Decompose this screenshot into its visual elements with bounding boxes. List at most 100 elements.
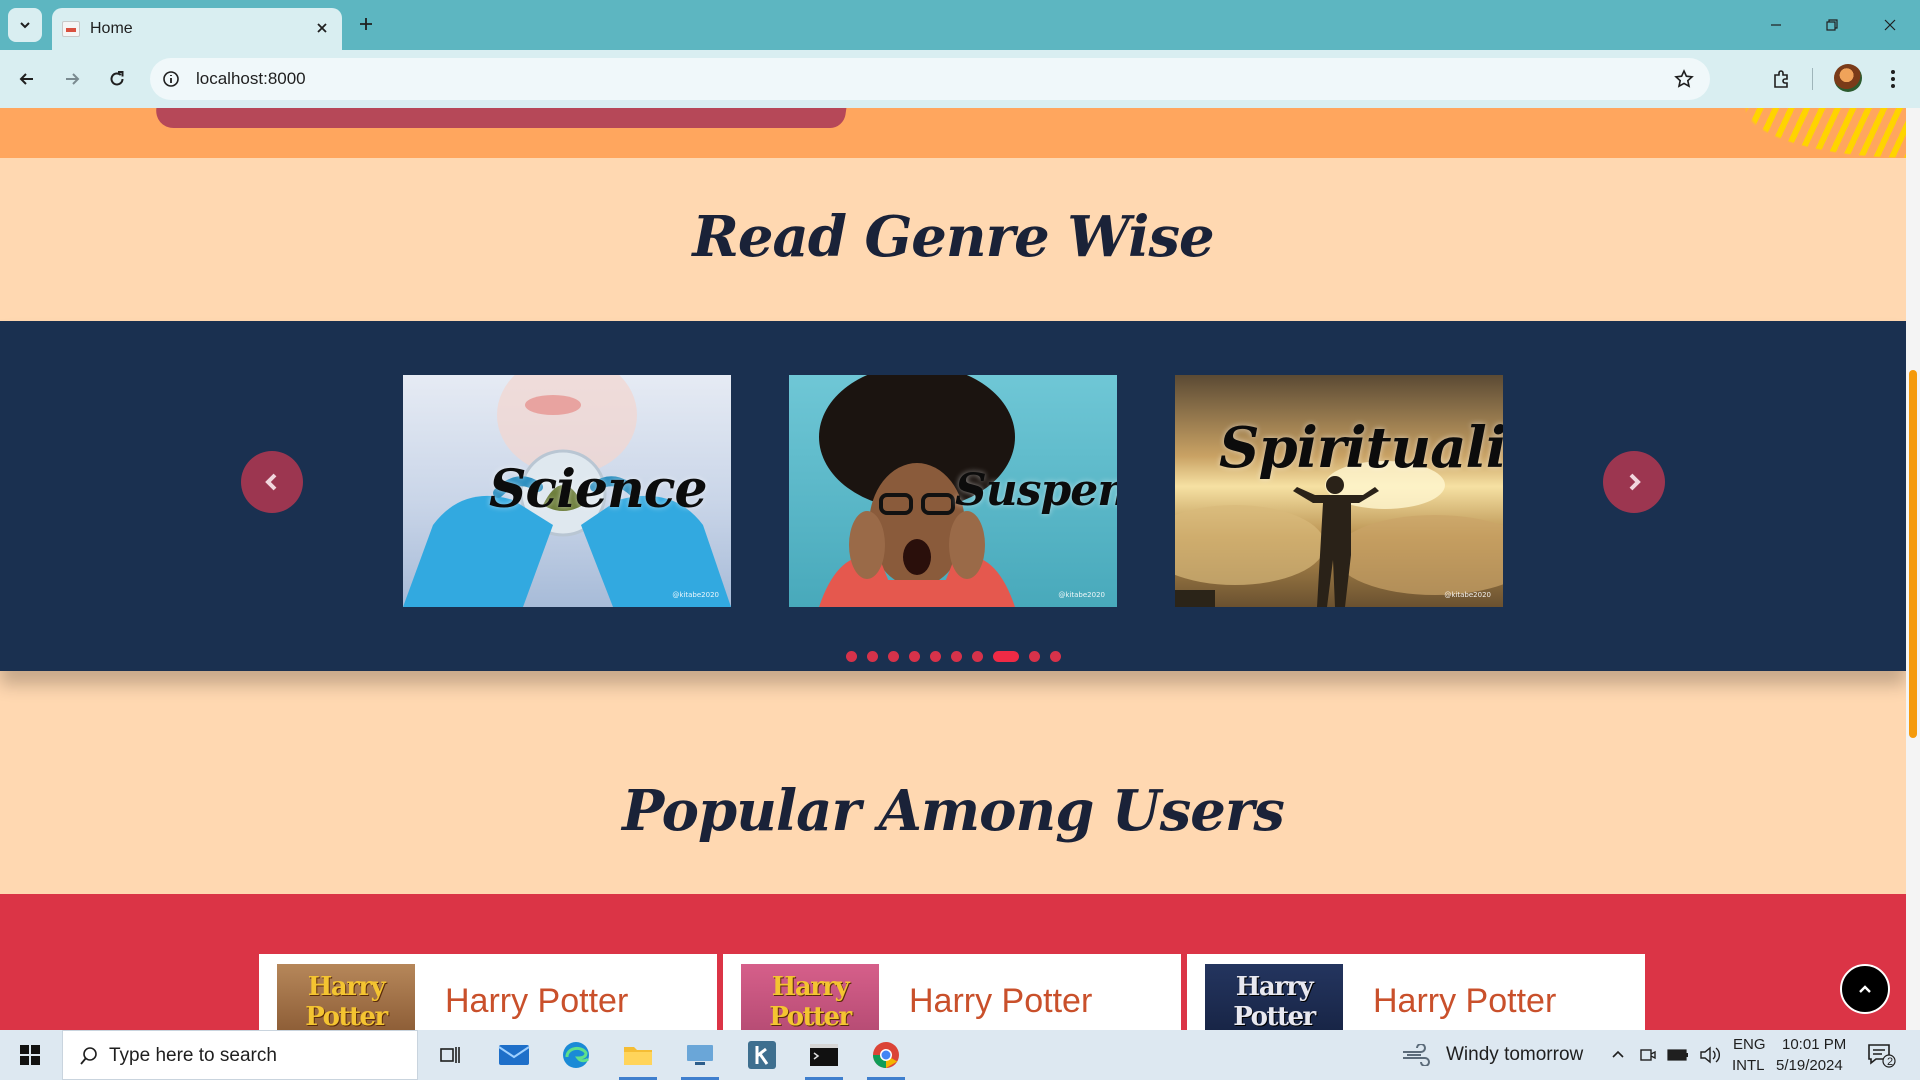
address-bar[interactable]: localhost:8000 bbox=[150, 58, 1710, 100]
book-card[interactable]: Harry Potter Harry Potter bbox=[723, 954, 1181, 1030]
taskbar-mail-app[interactable] bbox=[487, 1035, 541, 1075]
scrollbar-thumb[interactable] bbox=[1909, 370, 1917, 738]
battery-icon[interactable] bbox=[1664, 1035, 1692, 1075]
clock-time[interactable]: 10:01 PM bbox=[1782, 1036, 1846, 1053]
genre-label-science: Science bbox=[489, 459, 708, 520]
show-hidden-icons-button[interactable] bbox=[1604, 1035, 1632, 1075]
tab-close-button[interactable] bbox=[312, 18, 332, 38]
folder-icon bbox=[624, 1047, 652, 1065]
weather-widget-icon[interactable] bbox=[1396, 1035, 1436, 1075]
task-view-icon bbox=[440, 1047, 460, 1063]
taskbar-terminal-app[interactable] bbox=[797, 1035, 851, 1080]
browser-tab-home[interactable]: Home bbox=[52, 8, 342, 50]
taskbar-edge-app[interactable] bbox=[549, 1035, 603, 1075]
restore-icon bbox=[1826, 19, 1838, 31]
book-card[interactable]: Harry Potter Harry Potter bbox=[1187, 954, 1645, 1030]
meet-now-icon[interactable] bbox=[1636, 1035, 1660, 1075]
genre-card-suspense[interactable]: Suspense @kitabe2020 bbox=[789, 375, 1117, 607]
volume-icon[interactable] bbox=[1696, 1035, 1724, 1075]
terminal-icon bbox=[810, 1044, 838, 1066]
tab-search-button[interactable] bbox=[8, 8, 42, 42]
language-indicator-top[interactable]: ENG bbox=[1733, 1036, 1766, 1053]
chevron-right-icon bbox=[1629, 473, 1641, 491]
forward-button[interactable] bbox=[55, 62, 89, 96]
carousel-dot[interactable] bbox=[887, 651, 899, 662]
watermark-text: @kitabe2020 bbox=[672, 591, 719, 599]
hero-stripes-decoration bbox=[1680, 108, 1906, 158]
page-scrollbar[interactable] bbox=[1906, 108, 1920, 1030]
carousel-dot-active[interactable] bbox=[992, 651, 1019, 662]
close-icon bbox=[317, 23, 327, 33]
carousel-dot[interactable] bbox=[845, 651, 857, 662]
taskbar-file-explorer-app[interactable] bbox=[611, 1035, 665, 1080]
book-cover-title: Harry Potter bbox=[1233, 972, 1316, 1030]
star-icon bbox=[1674, 69, 1694, 88]
genre-card-spirituality[interactable]: Spirituality @kitabe2020 bbox=[1175, 375, 1503, 607]
hero-brush-stroke bbox=[153, 108, 847, 128]
carousel-dot[interactable] bbox=[929, 651, 941, 662]
book-cover-image: Harry Potter bbox=[1205, 964, 1343, 1030]
minimize-button[interactable] bbox=[1750, 8, 1802, 42]
book-title: Harry Potter bbox=[445, 982, 629, 1020]
task-view-button[interactable] bbox=[423, 1035, 477, 1075]
language-indicator-bottom[interactable]: INTL bbox=[1732, 1057, 1765, 1074]
clock-date[interactable]: 5/19/2024 bbox=[1776, 1057, 1843, 1074]
weather-text[interactable]: Windy tomorrow bbox=[1446, 1044, 1583, 1066]
taskbar-remote-desktop-app[interactable] bbox=[673, 1035, 727, 1080]
genre-carousel: Science @kitabe2020 Suspense @kitabe2020 bbox=[0, 321, 1906, 671]
edge-icon bbox=[563, 1042, 590, 1068]
carousel-pagination bbox=[0, 651, 1906, 662]
site-info-button[interactable] bbox=[160, 68, 182, 90]
book-cover-title: Harry Potter bbox=[305, 972, 388, 1030]
profile-avatar[interactable] bbox=[1834, 64, 1862, 92]
carousel-dot[interactable] bbox=[866, 651, 878, 662]
web-page: Read Genre Wise Science @kitabe2020 Susp… bbox=[0, 108, 1906, 1030]
start-button[interactable] bbox=[0, 1030, 60, 1080]
book-cover-title: Harry Potter bbox=[769, 972, 852, 1030]
taskbar-search-placeholder: Type here to search bbox=[109, 1045, 277, 1066]
tab-title: Home bbox=[90, 20, 133, 37]
carousel-dot[interactable] bbox=[950, 651, 962, 662]
carousel-dot[interactable] bbox=[1049, 651, 1061, 662]
carousel-dot[interactable] bbox=[971, 651, 983, 662]
extensions-button[interactable] bbox=[1764, 62, 1798, 96]
genre-card-science[interactable]: Science @kitabe2020 bbox=[403, 375, 731, 607]
browser-tabbar: Home bbox=[0, 0, 1920, 50]
browser-menu-button[interactable] bbox=[1876, 62, 1910, 96]
chevron-left-icon bbox=[265, 473, 277, 491]
book-cover-image: Harry Potter bbox=[277, 964, 415, 1030]
toolbar-divider bbox=[1812, 68, 1813, 90]
notification-count: 2 bbox=[1887, 1056, 1894, 1068]
restore-button[interactable] bbox=[1806, 8, 1858, 42]
windows-taskbar: Type here to search Windy tomorrow ENG I… bbox=[0, 1030, 1920, 1080]
computer-icon bbox=[687, 1045, 713, 1065]
new-tab-button[interactable] bbox=[352, 10, 380, 38]
close-window-button[interactable] bbox=[1864, 8, 1916, 42]
close-icon bbox=[1884, 19, 1896, 31]
scroll-to-top-button[interactable] bbox=[1840, 964, 1890, 1014]
book-title: Harry Potter bbox=[1373, 982, 1557, 1020]
genre-section-title: Read Genre Wise bbox=[692, 204, 1214, 270]
taskbar-search-box[interactable]: Type here to search bbox=[62, 1030, 418, 1080]
carousel-dot[interactable] bbox=[1028, 651, 1040, 662]
bookmark-button[interactable] bbox=[1672, 67, 1696, 91]
windows-logo-icon bbox=[20, 1045, 40, 1065]
popular-books-band: Harry Potter Harry Potter Harry Potter H… bbox=[0, 894, 1906, 1030]
carousel-next-button[interactable] bbox=[1603, 451, 1665, 513]
watermark-text: @kitabe2020 bbox=[1444, 591, 1491, 599]
back-button[interactable] bbox=[10, 62, 44, 96]
taskbar-k-app[interactable] bbox=[735, 1035, 789, 1075]
notification-center-button[interactable]: 2 bbox=[1856, 1035, 1906, 1075]
book-cover-image: Harry Potter bbox=[741, 964, 879, 1030]
taskbar-chrome-app[interactable] bbox=[859, 1035, 913, 1080]
book-card[interactable]: Harry Potter Harry Potter bbox=[259, 954, 717, 1030]
chrome-icon bbox=[872, 1042, 899, 1069]
url-text[interactable]: localhost:8000 bbox=[196, 69, 306, 89]
popular-section-title: Popular Among Users bbox=[622, 778, 1285, 844]
carousel-dot[interactable] bbox=[908, 651, 920, 662]
book-title: Harry Potter bbox=[909, 982, 1093, 1020]
carousel-prev-button[interactable] bbox=[241, 451, 303, 513]
arrow-right-icon bbox=[66, 73, 80, 85]
reload-button[interactable] bbox=[100, 62, 134, 96]
spirituality-photo bbox=[1175, 461, 1503, 607]
